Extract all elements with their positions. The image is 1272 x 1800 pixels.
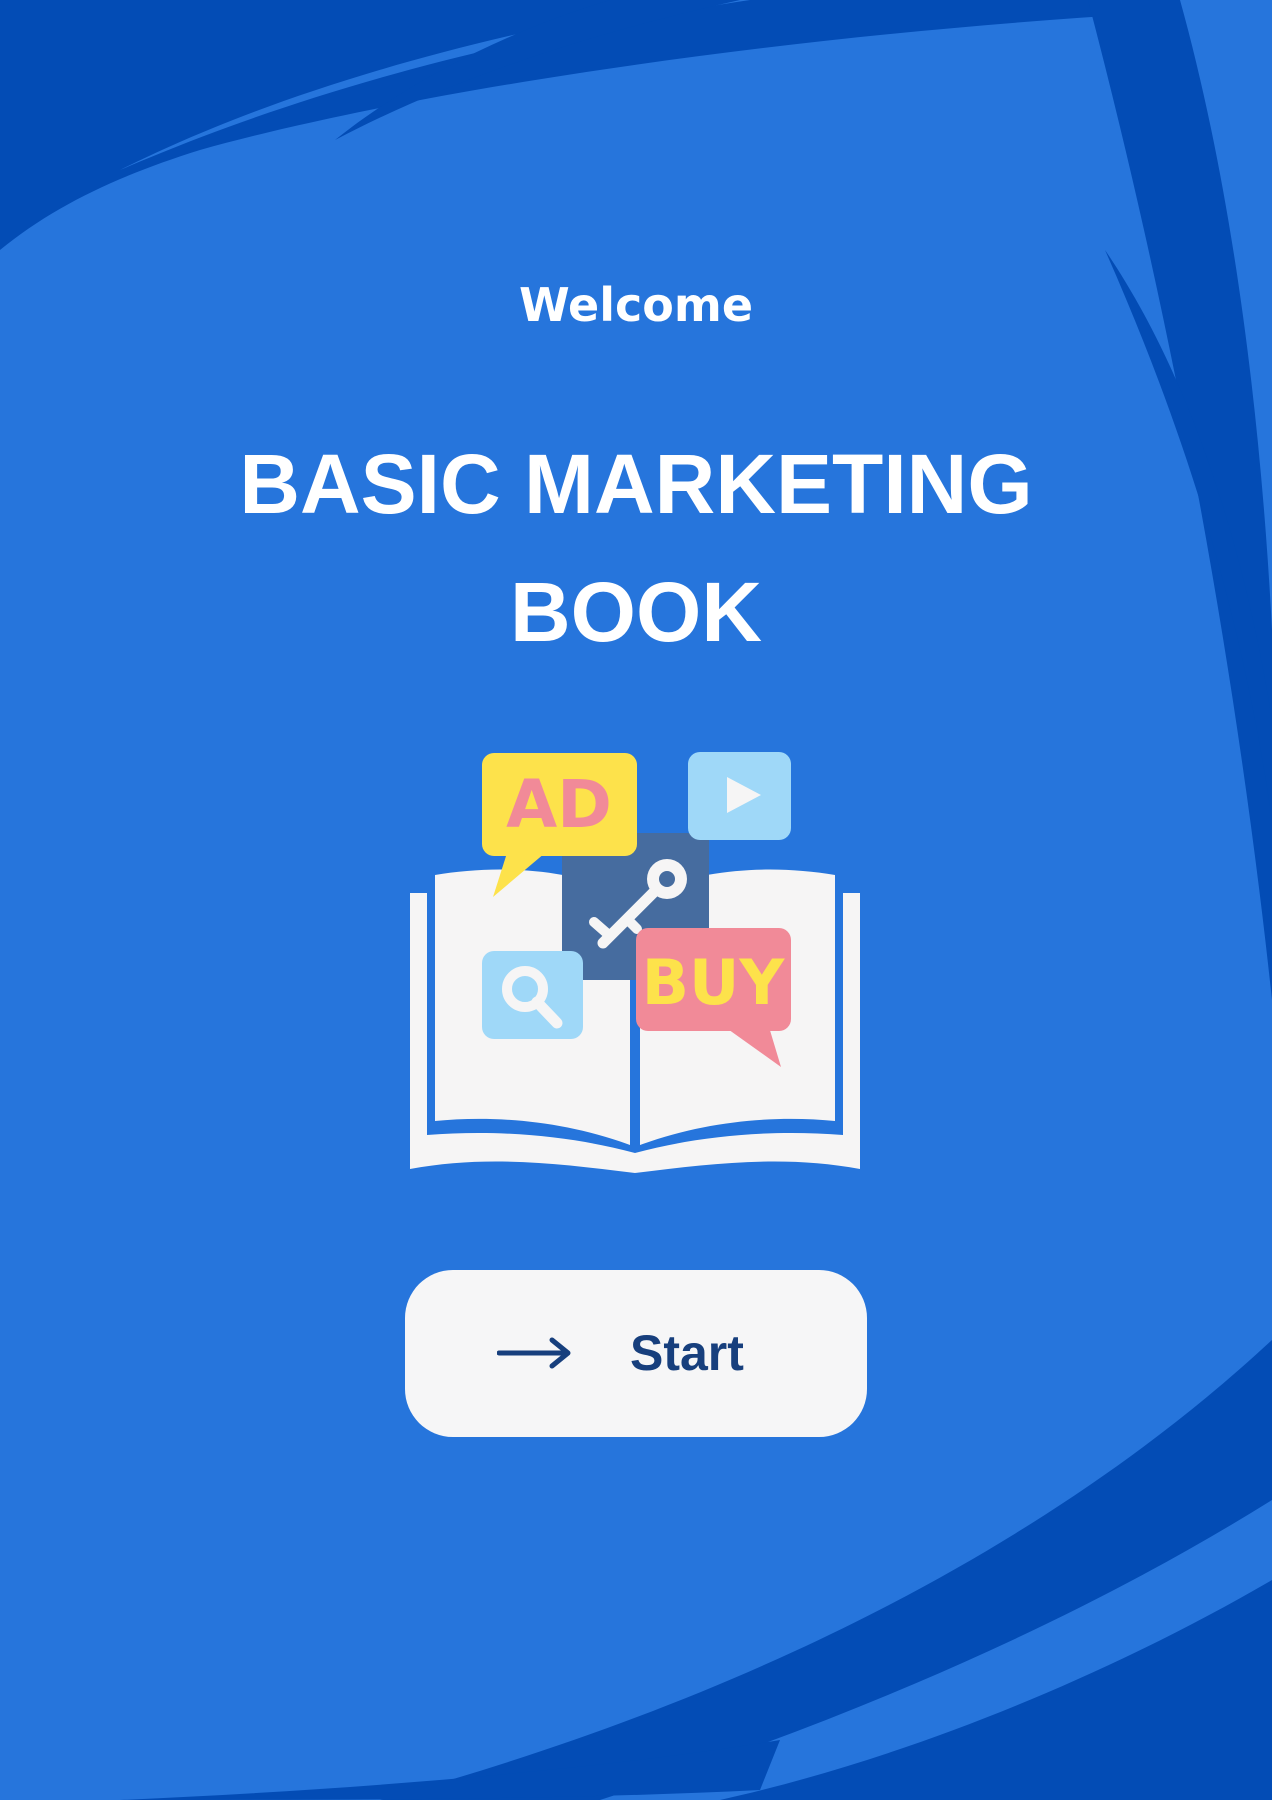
title-line-2: BOOK bbox=[510, 565, 762, 659]
buy-label: BUY bbox=[642, 946, 786, 1019]
search-icon bbox=[482, 951, 583, 1039]
start-button[interactable]: Start bbox=[405, 1270, 867, 1437]
play-icon bbox=[688, 752, 791, 840]
start-button-label: Start bbox=[630, 1325, 744, 1381]
ad-label: AD bbox=[506, 766, 612, 843]
welcome-heading: Welcome bbox=[518, 278, 754, 332]
arrow-right-icon bbox=[497, 1337, 571, 1369]
marketing-book-illustration: AD BUY bbox=[410, 752, 860, 1173]
title-line-1: BASIC MARKETING bbox=[239, 437, 1033, 531]
page-title: BASIC MARKETING BOOK bbox=[100, 420, 1172, 676]
top-left-swoosh bbox=[0, 0, 1272, 250]
